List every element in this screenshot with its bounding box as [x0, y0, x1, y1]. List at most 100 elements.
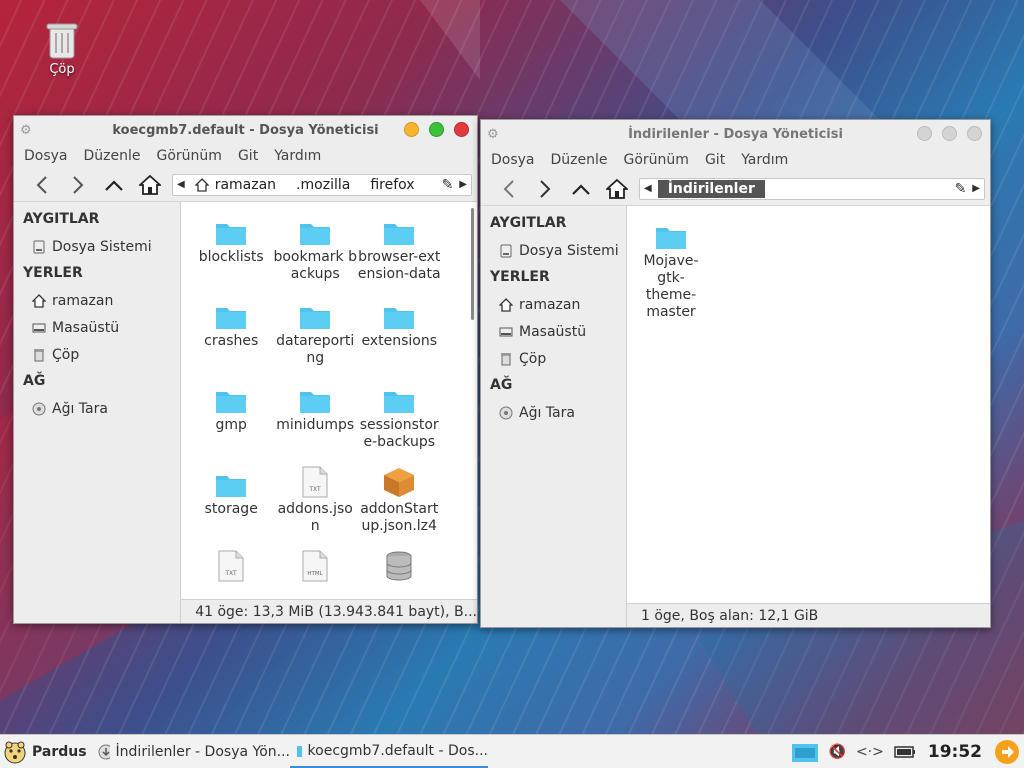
window-body: AYGITLAR Dosya Sistemi YERLER ramazan Ma… — [14, 202, 477, 623]
drive-icon — [33, 240, 45, 253]
file-name: addonStartup.json.lz4 — [360, 501, 439, 534]
sidebar-item-home[interactable]: ramazan — [481, 291, 626, 318]
file-item[interactable]: addonStartup.json.lz4 — [357, 462, 441, 546]
logout-arrow-icon[interactable] — [994, 739, 1020, 765]
file-item[interactable]: HTML — [273, 546, 357, 599]
minimize-button[interactable] — [917, 126, 932, 141]
edit-path-icon[interactable]: ✎ — [955, 181, 967, 197]
maximize-button[interactable] — [942, 126, 957, 141]
sidebar-item-browse-network[interactable]: Ağı Tara — [481, 399, 626, 426]
toolbar: ◀ ramazan .mozilla firefox ✎ ▶ — [14, 168, 477, 202]
taskbar-item-downloads[interactable]: İndirilenler - Dosya Yön... — [92, 736, 290, 768]
forward-button[interactable] — [60, 171, 96, 199]
taskbar-item-firefox-profile[interactable]: koecgmb7.default - Dos... — [290, 736, 488, 768]
menu-edit[interactable]: Düzenle — [84, 148, 141, 164]
file-item[interactable]: extensions — [357, 294, 441, 378]
file-item[interactable] — [357, 546, 441, 599]
folder-icon — [384, 392, 415, 413]
sidebar: AYGITLAR Dosya Sistemi YERLER ramazan Ma… — [14, 202, 182, 623]
sidebar-item-browse-network[interactable]: Ağı Tara — [14, 395, 180, 422]
menu-file[interactable]: Dosya — [491, 152, 535, 168]
file-item[interactable]: datareporting — [273, 294, 357, 378]
chevron-up-icon — [105, 179, 123, 191]
clock[interactable]: 19:52 — [926, 742, 984, 762]
gear-icon[interactable]: ⚙ — [20, 123, 32, 138]
menu-file[interactable]: Dosya — [24, 148, 68, 164]
file-view[interactable]: blocklists bookmark backups browser-exte… — [181, 202, 477, 623]
folder-icon — [216, 476, 247, 497]
file-item[interactable]: TXT — [189, 546, 273, 599]
chevron-left-icon — [36, 175, 47, 194]
home-button[interactable] — [599, 175, 635, 203]
show-desktop-icon[interactable] — [791, 741, 819, 763]
sidebar-item-trash[interactable]: Çöp — [14, 341, 180, 368]
gear-icon[interactable]: ⚙ — [487, 127, 499, 142]
sidebar-item-trash[interactable]: Çöp — [481, 345, 626, 372]
path-bar[interactable]: ◀ ramazan .mozilla firefox ✎ ▶ — [172, 173, 472, 196]
maximize-button[interactable] — [429, 122, 444, 137]
path-segment-downloads[interactable]: İndirilenler — [657, 179, 765, 198]
path-bar[interactable]: ◀ İndirilenler ✎ ▶ — [639, 177, 985, 200]
window-body: AYGITLAR Dosya Sistemi YERLER ramazan Ma… — [481, 206, 990, 627]
sidebar-item-filesystem[interactable]: Dosya Sistemi — [481, 237, 626, 264]
menu-help[interactable]: Yardım — [274, 148, 321, 164]
menu-go[interactable]: Git — [238, 148, 258, 164]
vertical-scrollbar[interactable] — [471, 208, 474, 320]
home-icon — [499, 297, 513, 312]
path-right-arrow-icon[interactable]: ▶ — [972, 183, 980, 194]
sidebar-item-filesystem[interactable]: Dosya Sistemi — [14, 233, 180, 260]
file-item[interactable]: browser-extension-data — [357, 210, 441, 294]
path-segment-firefox[interactable]: firefox — [370, 177, 414, 193]
title-bar[interactable]: ⚙ koecgmb7.default - Dosya Yöneticisi — [14, 116, 477, 144]
up-button[interactable] — [563, 175, 599, 203]
menu-edit[interactable]: Düzenle — [551, 152, 608, 168]
menu-go[interactable]: Git — [705, 152, 725, 168]
file-item[interactable]: bookmark backups — [273, 210, 357, 294]
toolbar: ◀ İndirilenler ✎ ▶ — [481, 172, 990, 206]
file-item[interactable]: crashes — [189, 294, 273, 378]
file-item[interactable]: minidumps — [273, 378, 357, 462]
desktop-trash-icon[interactable]: Çöp — [36, 20, 88, 77]
path-segment-home[interactable]: ramazan — [194, 177, 276, 193]
close-button[interactable] — [967, 126, 982, 141]
forward-button[interactable] — [527, 175, 563, 203]
menu-help[interactable]: Yardım — [741, 152, 788, 168]
path-right-arrow-icon[interactable]: ▶ — [459, 179, 467, 190]
start-menu-button[interactable]: Pardus — [0, 739, 92, 765]
file-view[interactable]: Mojave-gtk-theme-master 1 öge, Boş alan:… — [627, 206, 990, 627]
file-item[interactable]: TXT addons.json — [273, 462, 357, 546]
file-item[interactable]: storage — [189, 462, 273, 546]
file-item[interactable]: Mojave-gtk-theme-master — [635, 214, 707, 324]
network-connection-icon[interactable]: <·> — [856, 744, 884, 760]
sidebar-header-places: YERLER — [490, 269, 550, 285]
path-left-arrow-icon[interactable]: ◀ — [177, 179, 185, 190]
close-button[interactable] — [454, 122, 469, 137]
folder-icon — [384, 308, 415, 329]
up-button[interactable] — [96, 171, 132, 199]
file-name: blocklists — [198, 249, 264, 265]
sidebar-item-desktop[interactable]: Masaüstü — [481, 318, 626, 345]
file-name: storage — [204, 501, 258, 517]
path-segment-mozilla[interactable]: .mozilla — [296, 177, 350, 193]
back-button[interactable] — [491, 175, 527, 203]
svg-text:TXT: TXT — [309, 486, 322, 493]
home-button[interactable] — [132, 171, 168, 199]
file-item[interactable]: blocklists — [189, 210, 273, 294]
file-item[interactable]: sessionstore-backups — [357, 378, 441, 462]
volume-muted-icon[interactable]: 🔇 — [829, 744, 846, 760]
file-manager-window-downloads[interactable]: ⚙ İndirilenler - Dosya Yöneticisi Dosya … — [480, 119, 991, 628]
minimize-button[interactable] — [404, 122, 419, 137]
file-manager-window-firefox[interactable]: ⚙ koecgmb7.default - Dosya Yöneticisi Do… — [13, 115, 478, 624]
edit-path-icon[interactable]: ✎ — [442, 177, 454, 193]
path-left-arrow-icon[interactable]: ◀ — [644, 183, 652, 194]
file-item[interactable]: gmp — [189, 378, 273, 462]
menu-view[interactable]: Görünüm — [624, 152, 689, 168]
back-button[interactable] — [24, 171, 60, 199]
sidebar-item-home[interactable]: ramazan — [14, 287, 180, 314]
title-bar[interactable]: ⚙ İndirilenler - Dosya Yöneticisi — [481, 120, 990, 148]
folder-icon — [300, 392, 331, 413]
menu-view[interactable]: Görünüm — [157, 148, 222, 164]
sidebar-item-desktop[interactable]: Masaüstü — [14, 314, 180, 341]
chevron-right-icon — [73, 175, 84, 194]
battery-icon[interactable] — [894, 745, 916, 758]
